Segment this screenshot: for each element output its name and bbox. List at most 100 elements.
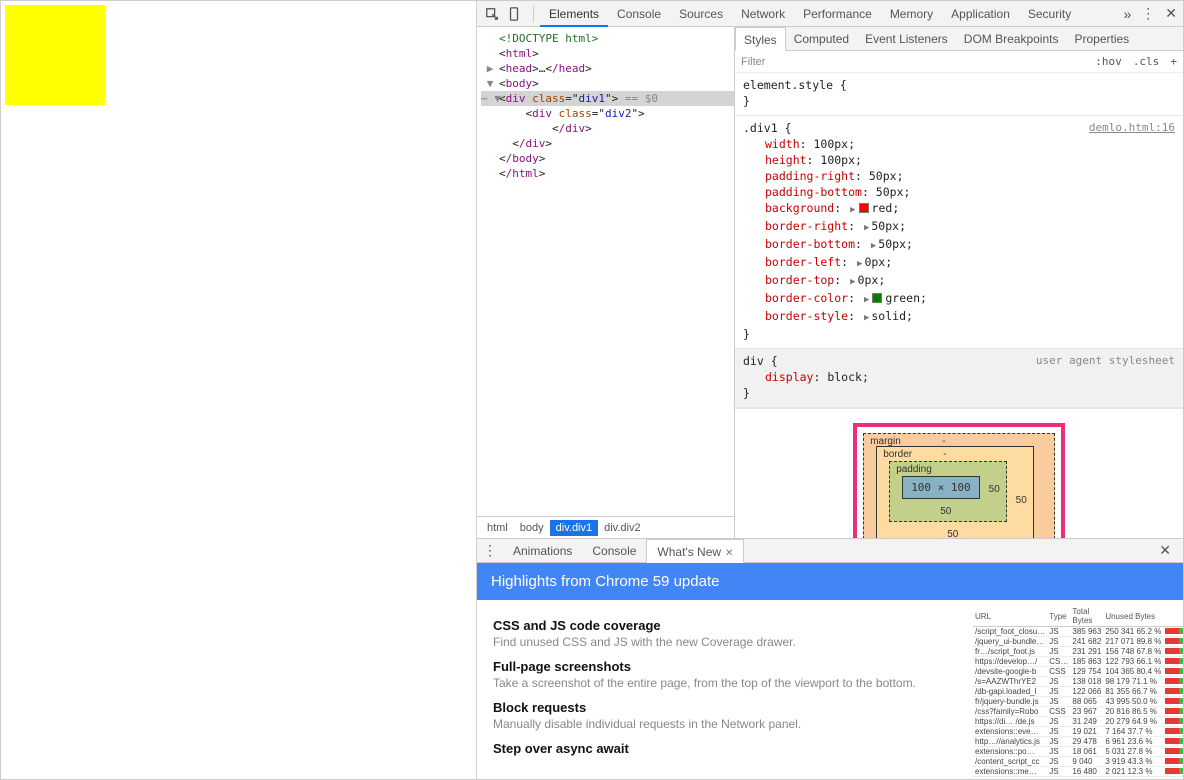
table-row[interactable]: /script_foot_closu…JS385 963250 341 65.2… [973,627,1183,637]
table-row[interactable]: /jquery_ui-bundle…JS241 682217 071 89.8 … [973,637,1183,647]
css-decl[interactable]: padding-bottom: 50px; [743,184,1175,200]
table-row[interactable]: fr…/script_foot.jsJS231 291156 748 67.8 … [973,647,1183,657]
device-icon[interactable] [505,5,523,23]
bc-html[interactable]: html [481,520,514,536]
css-decl[interactable]: border-bottom: ▶50px; [743,236,1175,254]
dom-head[interactable]: ▶<head>…</head> [481,61,734,76]
rule-div1[interactable]: demlo.html:16 .div1 { width: 100px;heigh… [735,116,1183,349]
table-row[interactable]: extensions::eve…JS19 0217 164 37.7 % [973,727,1183,737]
whatsnew-features: CSS and JS code coverage Find unused CSS … [477,600,973,779]
feature-title: CSS and JS code coverage [493,618,957,633]
tab-elements[interactable]: Elements [540,1,608,27]
subtab-eventlisteners[interactable]: Event Listeners [857,27,956,51]
style-rules: element.style { } demlo.html:16 .div1 { … [735,73,1183,538]
dom-div1[interactable]: ⋯ ▼<div class="div1"> == $0 [481,91,734,106]
css-decl[interactable]: background: ▶red; [743,200,1175,218]
kebab-menu-icon[interactable]: ⋮ [1141,5,1155,22]
rule-div-ua[interactable]: user agent stylesheet div { display: blo… [735,349,1183,408]
hov-toggle[interactable]: :hov [1095,55,1122,68]
dom-html-open[interactable]: <html> [481,46,734,61]
subtab-properties[interactable]: Properties [1066,27,1137,51]
devtools-panel: Elements Console Sources Network Perform… [476,1,1183,779]
rule-source-link[interactable]: demlo.html:16 [1089,120,1175,136]
css-decl[interactable]: border-right: ▶50px; [743,218,1175,236]
div2-box[interactable] [5,5,105,105]
table-row[interactable]: extensions::po…JS18 0615 031 27.8 % [973,747,1183,757]
bc-body[interactable]: body [514,520,550,536]
cls-toggle[interactable]: .cls [1133,55,1160,68]
main-toolbar: Elements Console Sources Network Perform… [477,1,1183,27]
css-decl[interactable]: height: 100px; [743,152,1175,168]
dom-tree[interactable]: <!DOCTYPE html> <html> ▶<head>…</head> ▼… [477,27,734,516]
dom-body-close[interactable]: </body> [481,151,734,166]
drawer-menu-icon[interactable]: ⋮ [483,542,497,559]
css-decl[interactable]: border-top: ▶0px; [743,272,1175,290]
drawer-close-icon[interactable]: ✕ [1159,542,1171,559]
inspect-icon[interactable] [483,5,501,23]
demo-container [5,5,476,105]
bm-margin[interactable]: margin - border - 50 50 padding 50 [863,433,1055,538]
tab-sources[interactable]: Sources [670,1,732,27]
dom-div2-close[interactable]: </div> [481,121,734,136]
dom-doctype[interactable]: <!DOCTYPE html> [481,31,734,46]
table-row[interactable]: http…//analytics.jsJS29 4786 961 23.6 % [973,737,1183,747]
subtab-dombreakpoints[interactable]: DOM Breakpoints [956,27,1067,51]
bm-content[interactable]: 100 × 100 [902,476,980,499]
tab-network[interactable]: Network [732,1,794,27]
tab-security[interactable]: Security [1019,1,1080,27]
ua-stylesheet-label: user agent stylesheet [1036,353,1175,369]
coverage-table: URLTypeTotal BytesUnused Bytes/script_fo… [973,600,1183,779]
css-decl[interactable]: width: 100px; [743,136,1175,152]
styles-filter-row: Filter :hov .cls + [735,51,1183,73]
bc-div1[interactable]: div.div1 [550,520,598,536]
tab-performance[interactable]: Performance [794,1,881,27]
tab-application[interactable]: Application [942,1,1019,27]
bm-padding[interactable]: padding 50 50 100 × 100 [889,461,1007,522]
table-row[interactable]: /css?family=RoboCSS23 96720 816 86.5 % [973,707,1183,717]
drawer: ⋮ Animations Console What's New✕ ✕ Highl… [477,539,1183,779]
box-model: margin - border - 50 50 padding 50 [735,408,1183,538]
more-tabs-icon[interactable]: » [1123,6,1131,22]
table-row[interactable]: /devsite-google-bCSS129 754104 365 80.4 … [973,667,1183,677]
devtools-window: Elements Console Sources Network Perform… [0,0,1184,780]
feature-title: Block requests [493,700,957,715]
rule-element-style[interactable]: element.style { } [735,73,1183,116]
table-row[interactable]: /s=AAZWThrYE2JS138 01898 179 71.1 % [973,677,1183,687]
css-decl[interactable]: padding-right: 50px; [743,168,1175,184]
dom-div2-open[interactable]: <div class="div2"> [481,106,734,121]
div1-box[interactable] [5,5,105,105]
page-viewport [1,1,476,779]
bc-div2[interactable]: div.div2 [598,520,646,536]
whatsnew-headline: Highlights from Chrome 59 update [477,563,1183,600]
table-row[interactable]: https://develop…/CS…185 863122 793 66.1 … [973,657,1183,667]
close-devtools-icon[interactable]: ✕ [1165,5,1177,22]
bm-border[interactable]: border - 50 50 padding 50 50 100 × 100 [876,446,1034,538]
drawer-tab-console[interactable]: Console [582,539,646,563]
feature-title: Full-page screenshots [493,659,957,674]
table-row[interactable]: /content_script_ccJS9 0403 919 43.3 % [973,757,1183,767]
table-row[interactable]: https://di… /de.jsJS31 24920 279 64.9 % [973,717,1183,727]
subtab-computed[interactable]: Computed [786,27,857,51]
styles-filter-input[interactable]: Filter [741,56,1087,68]
drawer-tab-whatsnew[interactable]: What's New✕ [646,539,744,563]
tab-memory[interactable]: Memory [881,1,942,27]
dom-html-close[interactable]: </html> [481,166,734,181]
feature-desc: Find unused CSS and JS with the new Cove… [493,635,957,649]
feature-desc: Take a screenshot of the entire page, fr… [493,676,957,690]
css-decl[interactable]: display: block; [743,369,1175,385]
dom-div1-close[interactable]: </div> [481,136,734,151]
css-decl[interactable]: border-color: ▶green; [743,290,1175,308]
breadcrumb: html body div.div1 div.div2 [477,516,734,538]
css-decl[interactable]: border-style: ▶solid; [743,308,1175,326]
close-icon[interactable]: ✕ [725,548,733,559]
dom-body-open[interactable]: ▼<body> [481,76,734,91]
tab-console[interactable]: Console [608,1,670,27]
table-row[interactable]: fr/jquery-bundle.jsJS88 06543 995 50.0 % [973,697,1183,707]
css-decl[interactable]: border-left: ▶0px; [743,254,1175,272]
table-row[interactable]: /db-gapi.loaded_lJS122 06681 355 66.7 % [973,687,1183,697]
drawer-tab-animations[interactable]: Animations [503,539,582,563]
feature-title: Step over async await [493,741,957,756]
subtab-styles[interactable]: Styles [735,27,786,51]
table-row[interactable]: extensions::me…JS16 4802 021 12.3 % [973,767,1183,777]
new-rule-button[interactable]: + [1170,55,1177,68]
